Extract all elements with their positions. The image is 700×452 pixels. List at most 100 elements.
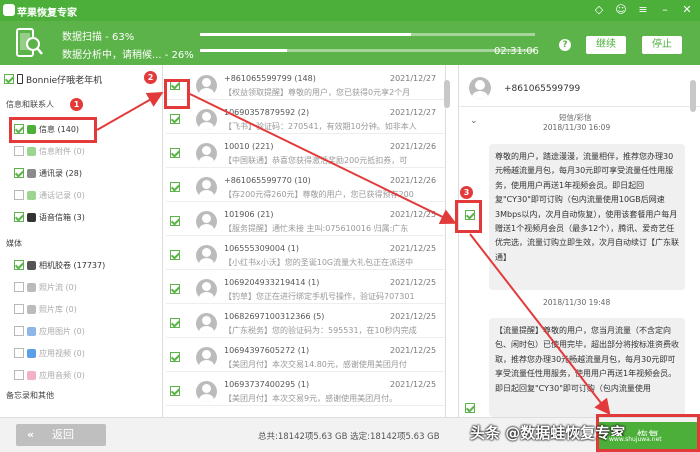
contact-avatar	[196, 245, 217, 266]
sidebar-label: 通讯录 (28)	[39, 168, 82, 178]
message-row[interactable]: 10010 (221) 2021/12/26 【中国联通】恭喜您获得激活奖励200元…	[166, 139, 445, 168]
message-row-checkbox[interactable]	[170, 386, 180, 396]
sidebar-media-item[interactable]: 应用视频 (0)	[14, 346, 85, 360]
message-date: 2021/12/27	[390, 108, 437, 117]
highlight-select-all-checkbox	[164, 79, 190, 109]
sidebar-media-checkbox[interactable]	[14, 260, 24, 270]
sidebar-label: 通话记录 (0)	[39, 190, 85, 200]
message-2-checkbox[interactable]	[465, 403, 475, 413]
message-row[interactable]: 1069204933219414 (1) 2021/12/25 【钓草】您正在进行绑…	[166, 275, 445, 304]
message-1-time: 2018/11/30 16:09	[543, 123, 611, 132]
message-date: 2021/12/26	[390, 176, 437, 185]
section-info-contacts: 信息和联系人	[6, 100, 54, 109]
message-row-checkbox[interactable]	[170, 250, 180, 260]
step-badge-3: 3	[460, 186, 473, 199]
sidebar-media-item[interactable]: 应用音频 (0)	[14, 368, 85, 382]
message-date: 2021/12/25	[390, 278, 437, 287]
menu-icon[interactable]: ≡	[636, 3, 650, 17]
message-row-checkbox[interactable]	[170, 114, 180, 124]
message-preview: 【小红书x小沃】您的圣诞10G流量大礼包正在派送中	[224, 258, 414, 267]
detail-scrollbar[interactable]	[690, 80, 696, 112]
sidebar-media-label: 照片流 (0)	[39, 282, 77, 292]
sidebar-media-checkbox[interactable]	[14, 326, 24, 336]
message-row[interactable]: 10690357879592 (2) 2021/12/27 【飞书】验证码：2705…	[166, 105, 445, 134]
message-sender: 10693737400295 (1)	[224, 380, 310, 389]
title-bar: 苹果恢复专家 ◇ ☺ ≡ – ✕	[0, 0, 700, 21]
message-sender: 101906 (21)	[224, 210, 274, 219]
voicemail-icon	[27, 212, 36, 222]
list-scrollbar[interactable]	[444, 80, 450, 108]
app-photo-icon	[27, 326, 36, 336]
contact-avatar	[196, 313, 217, 334]
sidebar-checkbox[interactable]	[14, 168, 24, 178]
help-icon[interactable]: ?	[559, 39, 571, 51]
user-icon[interactable]: ☺	[614, 3, 628, 17]
message-row-checkbox[interactable]	[170, 182, 180, 192]
sidebar-item[interactable]: 语音信箱 (3)	[14, 210, 85, 224]
contact-avatar	[196, 381, 217, 402]
message-row-checkbox[interactable]	[170, 284, 180, 294]
message-sender: 1069204933219414 (1)	[224, 278, 320, 287]
message-row[interactable]: 10694397605272 (1) 2021/12/25 【美团月付】本次交易14…	[166, 343, 445, 372]
message-row[interactable]: 10682697100312366 (5) 2021/12/25 【广东税务】您的验…	[166, 309, 445, 338]
sidebar-media-checkbox[interactable]	[14, 370, 24, 380]
message-row[interactable]: +861065599799 (148) 2021/12/27 【权益领取提醒】尊敬的…	[166, 71, 445, 100]
message-preview: 【中国联通】恭喜您获得激活奖励200元抵扣券，可	[224, 156, 408, 165]
sidebar-media-item[interactable]: 应用图片 (0)	[14, 324, 85, 338]
analysis-status: 数据分析中，请稍候... - 26%	[62, 50, 194, 61]
stop-button[interactable]: 停止	[642, 36, 682, 54]
app-logo-icon	[3, 4, 15, 16]
message-sender: 106555309004 (1)	[224, 244, 299, 253]
highlight-messages-category	[9, 117, 97, 143]
message-row[interactable]: 106555309004 (1) 2021/12/25 【小红书x小沃】您的圣诞10…	[166, 241, 445, 270]
diamond-icon[interactable]: ◇	[592, 3, 606, 17]
sidebar-media-checkbox[interactable]	[14, 282, 24, 292]
message-date: 2021/12/25	[390, 380, 437, 389]
phone-icon	[17, 74, 23, 84]
message-preview: 【存200元得260元】尊敬的用户，您已获得预存200	[224, 190, 414, 199]
message-type-label: 短信/彩信	[559, 113, 592, 122]
scan-status: 数据扫描 - 63%	[62, 32, 135, 43]
scan-progress-fill	[200, 33, 412, 36]
sidebar-media-checkbox[interactable]	[14, 304, 24, 314]
sidebar-label: 信息附件 (0)	[39, 146, 85, 156]
sidebar-checkbox[interactable]	[14, 212, 24, 222]
message-sender: 10010 (221)	[224, 142, 274, 151]
sidebar-media-item[interactable]: 相机胶卷 (17737)	[14, 258, 105, 272]
device-checkbox[interactable]	[4, 74, 14, 84]
message-row-checkbox[interactable]	[170, 216, 180, 226]
sidebar-item[interactable]: 通话记录 (0)	[14, 188, 85, 202]
sidebar-checkbox[interactable]	[14, 190, 24, 200]
sidebar-item[interactable]: 信息附件 (0)	[14, 144, 85, 158]
device-row[interactable]: Bonnie仔哦老年机	[4, 72, 102, 86]
sidebar-item[interactable]: 通讯录 (28)	[14, 166, 82, 180]
message-row-checkbox[interactable]	[170, 148, 180, 158]
message-date: 2021/12/25	[390, 346, 437, 355]
sidebar-media-item[interactable]: 照片流 (0)	[14, 280, 77, 294]
message-row-checkbox[interactable]	[170, 318, 180, 328]
sidebar-checkbox[interactable]	[14, 146, 24, 156]
app-video-icon	[27, 348, 36, 358]
sidebar-media-label: 应用视频 (0)	[39, 348, 85, 358]
sidebar-media-label: 应用音频 (0)	[39, 370, 85, 380]
analysis-progress-bar	[200, 49, 535, 52]
message-row[interactable]: 101906 (21) 2021/12/25 【服务提醒】通忙未接 主叫:07561…	[166, 207, 445, 236]
back-label: 返回	[52, 428, 74, 441]
message-preview: 【广东税务】您的验证码为：595531，在10秒内完成	[224, 326, 417, 335]
sidebar-media-label: 相机胶卷 (17737)	[39, 260, 106, 270]
continue-button[interactable]: 继续	[586, 36, 626, 54]
sidebar-media-checkbox[interactable]	[14, 348, 24, 358]
message-sender: 10694397605272 (1)	[224, 346, 310, 355]
collapse-chevron-icon[interactable]: ⌄	[470, 116, 478, 126]
message-row[interactable]: +861065599770 (10) 2021/12/26 【存200元得260元】…	[166, 173, 445, 202]
message-row[interactable]: 10693737400295 (1) 2021/12/25 【美团月付】本次交易9元…	[166, 377, 445, 406]
message-sender: +861065599770 (10)	[224, 176, 311, 185]
message-preview: 【服务提醒】通忙未接 主叫:075610016 归属:广东	[224, 224, 409, 233]
message-row-checkbox[interactable]	[170, 352, 180, 362]
step-badge-1: 1	[70, 98, 83, 111]
sidebar-media-item[interactable]: 照片库 (0)	[14, 302, 77, 316]
back-button[interactable]: « 返回	[16, 424, 106, 446]
minimize-icon[interactable]: –	[658, 3, 672, 17]
close-icon[interactable]: ✕	[680, 3, 694, 17]
contact-avatar	[196, 109, 217, 130]
